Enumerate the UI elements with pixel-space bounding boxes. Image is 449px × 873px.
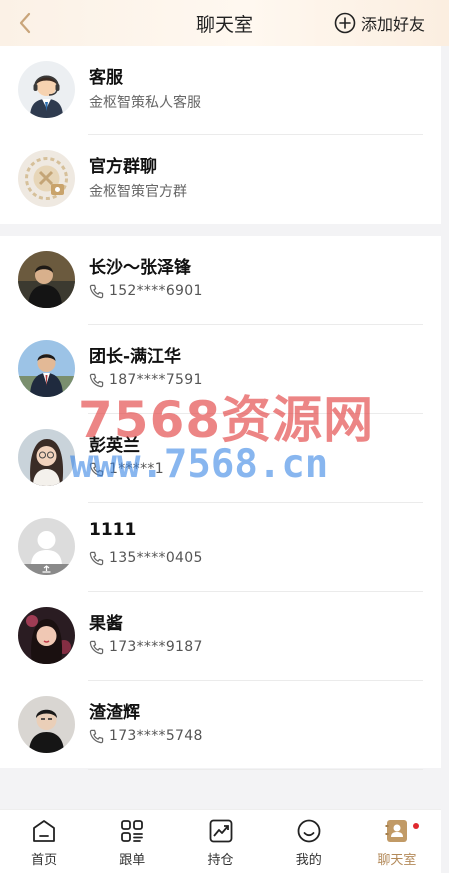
phone-icon: [89, 729, 104, 743]
chart-icon: [209, 819, 232, 843]
divider: [88, 769, 423, 770]
official-list: 客服 金枢智策私人客服 官方群聊 金枢智策官方群: [0, 46, 441, 224]
contact-name: 官方群聊: [89, 157, 157, 177]
tab-label: 聊天室: [377, 853, 417, 868]
contacts-icon: [385, 820, 407, 842]
list-item[interactable]: 长沙～张泽锋 152****6901: [0, 236, 441, 325]
tab-mine[interactable]: 我的: [265, 810, 353, 873]
contact-name: 团长-满江华: [89, 347, 182, 367]
tab-holdings[interactable]: 持仓: [176, 810, 264, 873]
phone-line: 1*****1: [89, 461, 164, 477]
list-item-customer-service[interactable]: 客服 金枢智策私人客服: [0, 46, 441, 135]
phone-icon: [89, 640, 104, 654]
avatar: [18, 251, 75, 308]
phone-line: 173****9187: [89, 639, 203, 655]
group-avatar: [18, 150, 75, 207]
tab-home[interactable]: 首页: [0, 810, 88, 873]
smile-icon: [297, 819, 321, 843]
list-item-official-group[interactable]: 官方群聊 金枢智策官方群: [0, 135, 441, 224]
list-item[interactable]: 果酱 173****9187: [0, 592, 441, 681]
contact-phone: 152****6901: [109, 283, 203, 299]
phone-line: 152****6901: [89, 283, 203, 299]
add-friend-label: 添加好友: [360, 15, 425, 34]
list-item[interactable]: 彭英兰 1*****1: [0, 414, 441, 503]
contact-phone: 135****0405: [109, 550, 203, 566]
grid-icon: [121, 820, 144, 842]
contact-phone: 173****9187: [109, 639, 203, 655]
contact-list: 长沙～张泽锋 152****6901 团长-满江华 187****7591 彭英…: [0, 236, 441, 770]
avatar: [18, 696, 75, 753]
list-item[interactable]: 渣渣辉 173****5748: [0, 681, 441, 770]
plus-circle-icon: [334, 12, 356, 34]
contact-phone: 187****7591: [109, 372, 203, 388]
contact-name: 渣渣辉: [89, 703, 140, 723]
contact-name: 彭英兰: [89, 436, 140, 456]
add-friend-button[interactable]: 添加好友: [334, 11, 425, 35]
contact-desc: 金枢智策私人客服: [89, 95, 201, 111]
contact-name: 果酱: [89, 614, 123, 634]
back-button[interactable]: [10, 8, 40, 38]
default-avatar: [18, 518, 75, 575]
contact-name: 长沙～张泽锋: [89, 258, 191, 278]
phone-icon: [89, 373, 104, 387]
tab-follow[interactable]: 跟单: [88, 810, 176, 873]
contact-name: 客服: [89, 68, 123, 88]
phone-line: 135****0405: [89, 550, 203, 566]
customer-service-avatar: [18, 61, 75, 118]
list-item[interactable]: 1111 135****0405: [0, 503, 441, 592]
home-icon: [33, 820, 55, 842]
page-title: 聊天室: [195, 13, 253, 36]
avatar: [18, 340, 75, 397]
contact-name: 1111: [89, 520, 137, 540]
contact-phone: 1*****1: [109, 461, 164, 477]
phone-icon: [89, 551, 104, 565]
bottom-tab-bar: 首页 跟单 持仓 我的 聊天室: [0, 809, 441, 873]
chevron-left-icon: [19, 12, 31, 34]
phone-line: 173****5748: [89, 728, 203, 744]
top-bar: 聊天室 添加好友: [0, 0, 449, 46]
phone-icon: [89, 462, 104, 476]
avatar: [18, 429, 75, 486]
tab-label: 首页: [31, 853, 58, 868]
contact-phone: 173****5748: [109, 728, 203, 744]
tab-label: 持仓: [207, 853, 234, 868]
phone-line: 187****7591: [89, 372, 203, 388]
contact-desc: 金枢智策官方群: [89, 184, 187, 200]
phone-icon: [89, 284, 104, 298]
tab-chatroom[interactable]: 聊天室: [353, 810, 441, 873]
notification-badge: [413, 823, 420, 829]
avatar: [18, 607, 75, 664]
tab-label: 跟单: [119, 853, 146, 868]
list-item[interactable]: 团长-满江华 187****7591: [0, 325, 441, 414]
tab-label: 我的: [295, 853, 322, 868]
